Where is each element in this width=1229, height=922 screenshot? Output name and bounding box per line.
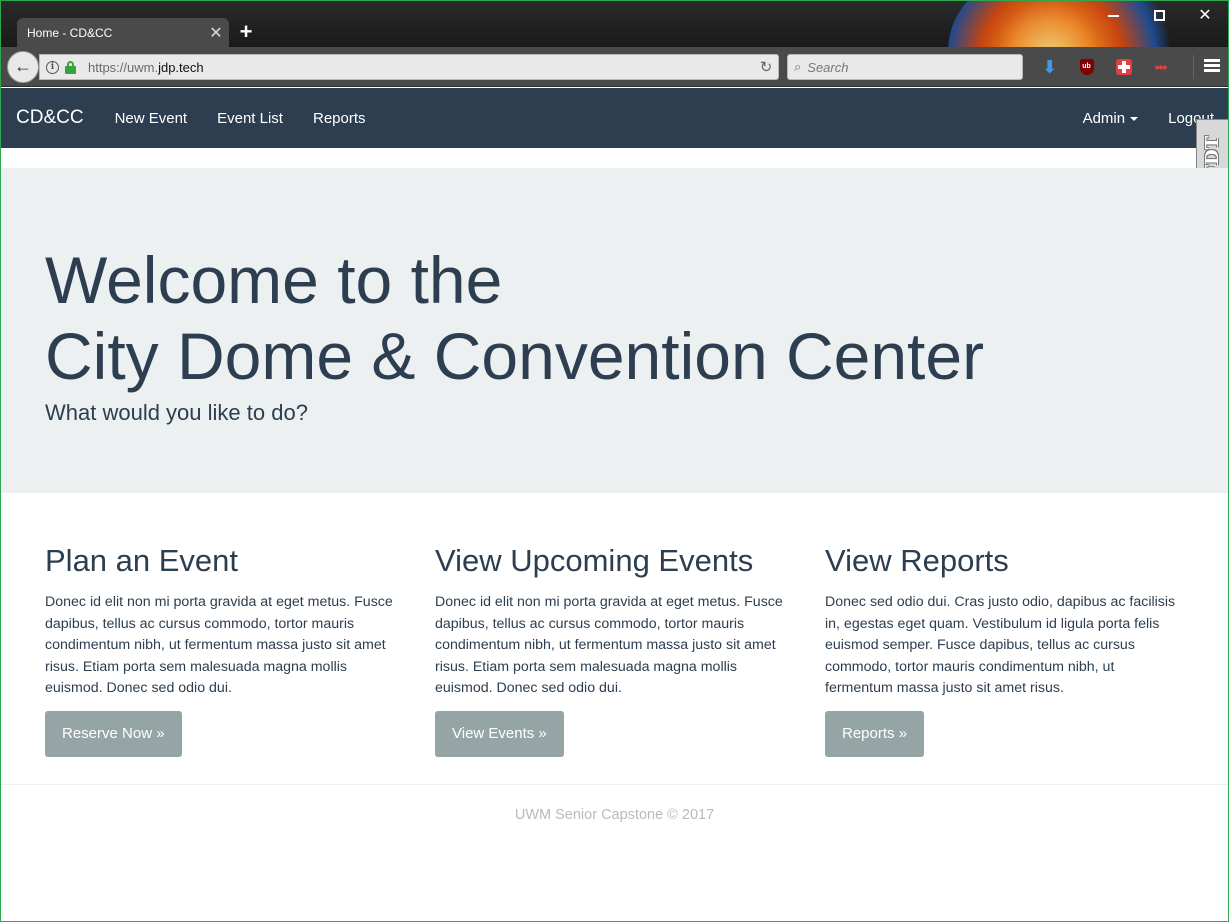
column-text: Donec id elit non mi porta gravida at eg… bbox=[435, 594, 783, 696]
close-window-button[interactable]: ✕ bbox=[1182, 1, 1228, 31]
browser-titlebar: Home - CD&CC ✕ + ✕ bbox=[1, 1, 1228, 47]
browser-tab-home[interactable]: Home - CD&CC ✕ bbox=[17, 18, 229, 47]
url-text[interactable]: https://uwm.jdp.tech bbox=[88, 60, 754, 75]
minimize-button[interactable] bbox=[1090, 1, 1136, 31]
toolbar-icons: ⬇ ub ••• bbox=[1031, 55, 1179, 79]
admin-label: Admin bbox=[1082, 109, 1126, 127]
caret-down-icon bbox=[1130, 116, 1139, 121]
footer-divider bbox=[1, 784, 1228, 785]
page-title-line-1: Welcome to the bbox=[45, 243, 503, 317]
url-prefix: https://uwm. bbox=[88, 59, 159, 75]
view-events-button[interactable]: View Events » bbox=[435, 710, 564, 757]
close-icon: ✕ bbox=[1198, 7, 1212, 24]
column-heading: View Reports bbox=[825, 543, 1009, 578]
nav-link-reports[interactable]: Reports bbox=[313, 110, 366, 127]
column-text: Donec sed odio dui. Cras justo odio, dap… bbox=[825, 594, 1176, 696]
extension-dots-icon: ••• bbox=[1154, 59, 1168, 75]
download-button[interactable]: ⬇ bbox=[1031, 55, 1068, 79]
url-bar[interactable]: i https://uwm.jdp.tech ↻ bbox=[39, 54, 779, 80]
site-navbar: CD&CC New Event Event List Reports Admin… bbox=[1, 88, 1228, 148]
minimize-icon bbox=[1107, 14, 1119, 17]
hamburger-menu-icon[interactable] bbox=[1202, 57, 1222, 77]
toolbar-divider bbox=[1193, 55, 1194, 79]
tab-close-icon[interactable]: ✕ bbox=[203, 23, 229, 43]
extension-dots-button[interactable]: ••• bbox=[1142, 55, 1179, 79]
footer-text: UWM Senior Capstone © 2017 bbox=[514, 807, 715, 823]
back-arrow-icon: ← bbox=[14, 56, 32, 76]
navbar-right: Admin Logout bbox=[1053, 88, 1214, 148]
column-text: Donec id elit non mi porta gravida at eg… bbox=[45, 594, 393, 696]
url-host: jdp.tech bbox=[158, 59, 204, 75]
search-placeholder: Search bbox=[807, 59, 849, 75]
info-icon[interactable]: i bbox=[46, 60, 59, 74]
column-heading: View Upcoming Events bbox=[435, 543, 754, 578]
column-heading: Plan an Event bbox=[45, 543, 239, 578]
tab-title: Home - CD&CC bbox=[27, 25, 113, 40]
column-plan-event: Plan an Event Donec id elit non mi porta… bbox=[45, 541, 405, 757]
navbar-brand[interactable]: CD&CC bbox=[16, 107, 84, 129]
ublock-button[interactable]: ub bbox=[1068, 55, 1105, 79]
reports-button[interactable]: Reports » bbox=[825, 710, 925, 757]
download-icon: ⬇ bbox=[1041, 56, 1058, 77]
nav-link-new-event[interactable]: New Event bbox=[115, 110, 188, 127]
admin-dropdown[interactable]: Admin bbox=[1083, 110, 1139, 127]
maximize-icon bbox=[1153, 10, 1165, 22]
extension-cross-button[interactable] bbox=[1105, 55, 1142, 79]
maximize-button[interactable] bbox=[1136, 1, 1182, 31]
reload-icon[interactable]: ↻ bbox=[754, 58, 778, 76]
search-icon: ⌕ bbox=[794, 59, 802, 74]
nav-link-event-list[interactable]: Event List bbox=[217, 110, 283, 127]
jumbotron: Welcome to the City Dome & Convention Ce… bbox=[1, 168, 1228, 493]
reserve-now-button[interactable]: Reserve Now » bbox=[45, 710, 182, 757]
back-button[interactable]: ← bbox=[7, 51, 39, 83]
column-upcoming-events: View Upcoming Events Donec id elit non m… bbox=[435, 541, 795, 757]
window-controls: ✕ bbox=[1090, 1, 1228, 31]
column-view-reports: View Reports Donec sed odio dui. Cras ju… bbox=[825, 541, 1185, 757]
new-tab-button[interactable]: + bbox=[235, 19, 257, 45]
lock-icon[interactable] bbox=[65, 60, 76, 74]
ublock-icon: ub bbox=[1079, 59, 1094, 75]
page-subtitle: What would you like to do? bbox=[45, 400, 308, 425]
search-input[interactable]: ⌕ Search bbox=[787, 54, 1023, 80]
extension-cross-icon bbox=[1115, 59, 1132, 75]
page-title-line-2: City Dome & Convention Center bbox=[45, 319, 985, 393]
page-title: Welcome to the City Dome & Convention Ce… bbox=[45, 242, 984, 394]
browser-toolbar: i https://uwm.jdp.tech ↻ ← ⌕ Search ⬇ ub… bbox=[1, 47, 1228, 87]
